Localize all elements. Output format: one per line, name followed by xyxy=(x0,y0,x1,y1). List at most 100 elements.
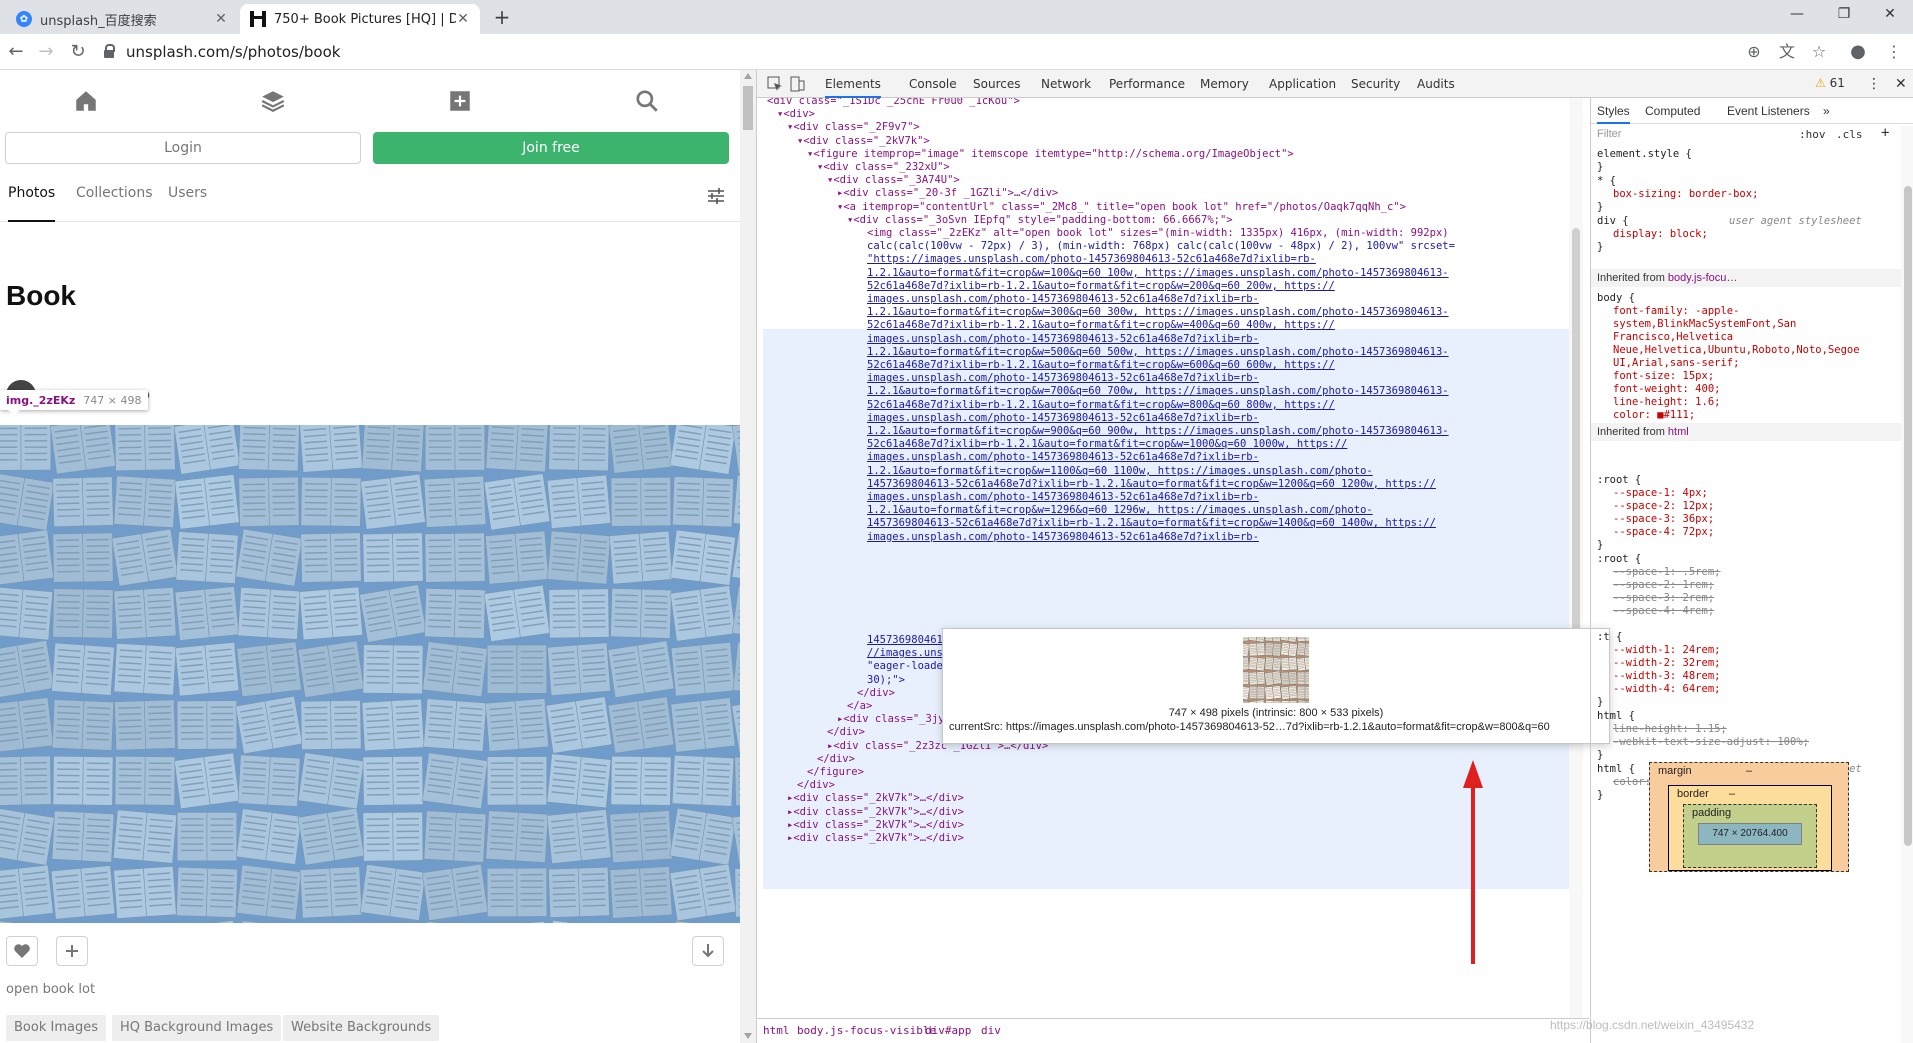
hov-toggle[interactable]: :hov xyxy=(1799,128,1826,141)
css-property-line[interactable]: --space-4: 4rem; xyxy=(1613,605,1714,618)
devtools-tab-network[interactable]: Network xyxy=(1041,70,1091,98)
css-selector-line[interactable]: html { xyxy=(1597,710,1635,723)
dom-line[interactable]: images.unsplash.com/photo-1457369804613-… xyxy=(757,490,1589,504)
elements-scrollbar[interactable] xyxy=(1569,98,1583,1018)
warnings-count[interactable]: ⚠ 61 xyxy=(1815,76,1845,90)
devtools-tab-elements[interactable]: Elements xyxy=(825,70,881,98)
styles-filter-input[interactable]: Filter xyxy=(1597,128,1621,140)
dom-line[interactable]: images.unsplash.com/photo-1457369804613-… xyxy=(757,530,1589,544)
css-selector-line[interactable]: } xyxy=(1597,241,1603,254)
devtools-tab-audits[interactable]: Audits xyxy=(1417,70,1455,98)
css-selector-line[interactable]: :root { xyxy=(1597,474,1641,487)
dom-line[interactable]: 1457369804613-52c61a468e7d?ixlib=rb-1.2.… xyxy=(757,516,1589,530)
css-property-line[interactable]: --width-4: 64rem; xyxy=(1613,683,1720,696)
css-selector-line[interactable]: } xyxy=(1597,696,1603,709)
devtools-menu-icon[interactable]: ⋮ xyxy=(1867,70,1881,98)
css-property-line[interactable]: font-size: 15px; xyxy=(1613,370,1714,383)
dom-line[interactable]: images.unsplash.com/photo-1457369804613-… xyxy=(757,292,1589,306)
css-property-line[interactable]: --width-2: 32rem; xyxy=(1613,657,1720,670)
address-bar[interactable]: unsplash.com/s/photos/book xyxy=(104,38,1744,66)
tab-more[interactable]: » xyxy=(1823,98,1830,124)
crumb-body[interactable]: body.js-focus-visible xyxy=(797,1024,936,1037)
scroll-thumb[interactable] xyxy=(1904,186,1912,846)
new-rule-button[interactable]: + xyxy=(1881,125,1889,141)
css-property-line[interactable]: --space-3: 36px; xyxy=(1613,513,1714,526)
bookmark-star-icon[interactable]: ☆ xyxy=(1809,42,1829,62)
dom-line[interactable]: 52c61a468e7d?ixlib=rb-1.2.1&auto=format&… xyxy=(757,279,1589,293)
reload-icon[interactable]: ↻ xyxy=(66,40,90,64)
devtools-tab-application[interactable]: Application xyxy=(1269,70,1336,98)
dom-line[interactable]: ▾<div class="_2kV7k"> xyxy=(757,134,1589,148)
dom-line[interactable]: 52c61a468e7d?ixlib=rb-1.2.1&auto=format&… xyxy=(757,358,1589,372)
tab-collections[interactable]: Collections xyxy=(76,170,153,222)
browser-tab-baidu[interactable]: ✿ unsplash_百度搜索 ✕ xyxy=(6,4,238,34)
css-property-line[interactable]: --space-1: .5rem; xyxy=(1613,566,1720,579)
css-property-line[interactable]: Neue,Helvetica,Ubuntu,Roboto,Noto,Segoe xyxy=(1613,344,1860,357)
download-button[interactable] xyxy=(692,936,724,966)
add-to-collection-button[interactable] xyxy=(56,936,88,966)
book-photo[interactable] xyxy=(0,425,740,923)
styles-scrollbar[interactable] xyxy=(1901,126,1913,1043)
cls-toggle[interactable]: .cls xyxy=(1836,128,1863,141)
search-icon[interactable] xyxy=(634,88,660,114)
css-selector-line[interactable]: :t { xyxy=(1597,631,1622,644)
dom-line[interactable]: ▸<div class="_2kV7k">…</div> xyxy=(757,831,1589,845)
translate-icon[interactable]: 文 xyxy=(1777,42,1797,62)
device-toolbar-icon[interactable] xyxy=(789,76,805,92)
dom-line[interactable]: 1.2.1&auto=format&fit=crop&w=300&q=60 30… xyxy=(757,305,1589,319)
tab-users[interactable]: Users xyxy=(168,170,207,222)
css-property-line[interactable]: --space-2: 12px; xyxy=(1613,500,1714,513)
css-property-line[interactable]: --space-2: 1rem; xyxy=(1613,579,1714,592)
close-tab-icon[interactable]: ✕ xyxy=(456,11,470,27)
dom-line[interactable]: 1.2.1&auto=format&fit=crop&w=900&q=60 90… xyxy=(757,424,1589,438)
close-window-button[interactable]: ✕ xyxy=(1868,0,1912,30)
restore-button[interactable]: ❐ xyxy=(1822,0,1866,30)
dom-line[interactable]: images.unsplash.com/photo-1457369804613-… xyxy=(757,371,1589,385)
css-selector-line[interactable]: } xyxy=(1597,539,1603,552)
scroll-down-arrow[interactable] xyxy=(744,1033,752,1039)
browser-tab-unsplash[interactable]: 750+ Book Pictures [HQ] | Do ✕ xyxy=(240,4,480,34)
dom-line[interactable]: 1.2.1&auto=format&fit=crop&w=500&q=60 50… xyxy=(757,345,1589,359)
dom-line[interactable]: images.unsplash.com/photo-1457369804613-… xyxy=(757,332,1589,346)
filter-sliders-icon[interactable] xyxy=(706,186,726,206)
close-tab-icon[interactable]: ✕ xyxy=(214,11,228,27)
devtools-tab-sources[interactable]: Sources xyxy=(973,70,1020,98)
css-property-line[interactable]: line-height: 1.6; xyxy=(1613,396,1720,409)
css-property-line[interactable]: system,BlinkMacSystemFont,San xyxy=(1613,318,1796,331)
dom-line[interactable]: 1457369804613-52c61a468e7d?ixlib=rb-1.2.… xyxy=(757,477,1589,491)
css-selector-line[interactable]: } xyxy=(1597,161,1603,174)
css-property-line[interactable]: --space-1: 4px; xyxy=(1613,487,1708,500)
css-property-line[interactable]: Francisco,Helvetica xyxy=(1613,331,1733,344)
crumb-div-app[interactable]: div#app xyxy=(925,1024,971,1037)
tab-computed[interactable]: Computed xyxy=(1645,98,1700,124)
add-icon[interactable]: ⊕ xyxy=(1744,42,1764,62)
css-property-line[interactable]: UI,Arial,sans-serif; xyxy=(1613,357,1739,370)
css-selector-line[interactable]: * { xyxy=(1597,175,1616,188)
scroll-thumb[interactable] xyxy=(743,86,753,130)
dom-line[interactable]: 52c61a468e7d?ixlib=rb-1.2.1&auto=format&… xyxy=(757,318,1589,332)
devtools-tab-security[interactable]: Security xyxy=(1351,70,1400,98)
css-property-line[interactable]: --width-3: 48rem; xyxy=(1613,670,1720,683)
scroll-up-arrow[interactable] xyxy=(744,73,752,79)
css-selector-line[interactable]: } xyxy=(1597,749,1603,762)
tag-hq-background-images[interactable]: HQ Background Images xyxy=(112,1015,282,1041)
css-selector-line[interactable]: } xyxy=(1597,789,1603,802)
dom-line[interactable]: ▾<div class="_232xU"> xyxy=(757,160,1589,174)
inspect-element-icon[interactable] xyxy=(767,76,783,92)
dom-line[interactable]: ▸<div class="_2kV7k">…</div> xyxy=(757,818,1589,832)
dom-line[interactable]: ▾<a itemprop="contentUrl" class="_2Mc8_"… xyxy=(757,200,1589,214)
home-icon[interactable] xyxy=(73,88,99,114)
crumb-div[interactable]: div xyxy=(981,1024,1001,1037)
dom-line[interactable]: ▾<div class="_3oSvn IEpfq" style="paddin… xyxy=(757,213,1589,227)
dom-line[interactable]: 1.2.1&auto=format&fit=crop&w=1100&q=60 1… xyxy=(757,464,1589,478)
page-scrollbar[interactable] xyxy=(740,70,756,1043)
dom-line[interactable]: <img class="_2zEKz" alt="open book lot" … xyxy=(757,226,1589,240)
dom-line[interactable]: ▸<div class="_2kV7k">…</div> xyxy=(757,791,1589,805)
tab-styles[interactable]: Styles xyxy=(1597,98,1630,124)
css-selector-line[interactable]: element.style { xyxy=(1597,148,1692,161)
css-property-line[interactable]: box-sizing: border-box; xyxy=(1613,188,1758,201)
devtools-tab-performance[interactable]: Performance xyxy=(1109,70,1185,98)
dom-line[interactable]: images.unsplash.com/photo-1457369804613-… xyxy=(757,450,1589,464)
join-free-button[interactable]: Join free xyxy=(373,132,729,164)
dom-line[interactable]: 1.2.1&auto=format&fit=crop&w=700&q=60 70… xyxy=(757,384,1589,398)
